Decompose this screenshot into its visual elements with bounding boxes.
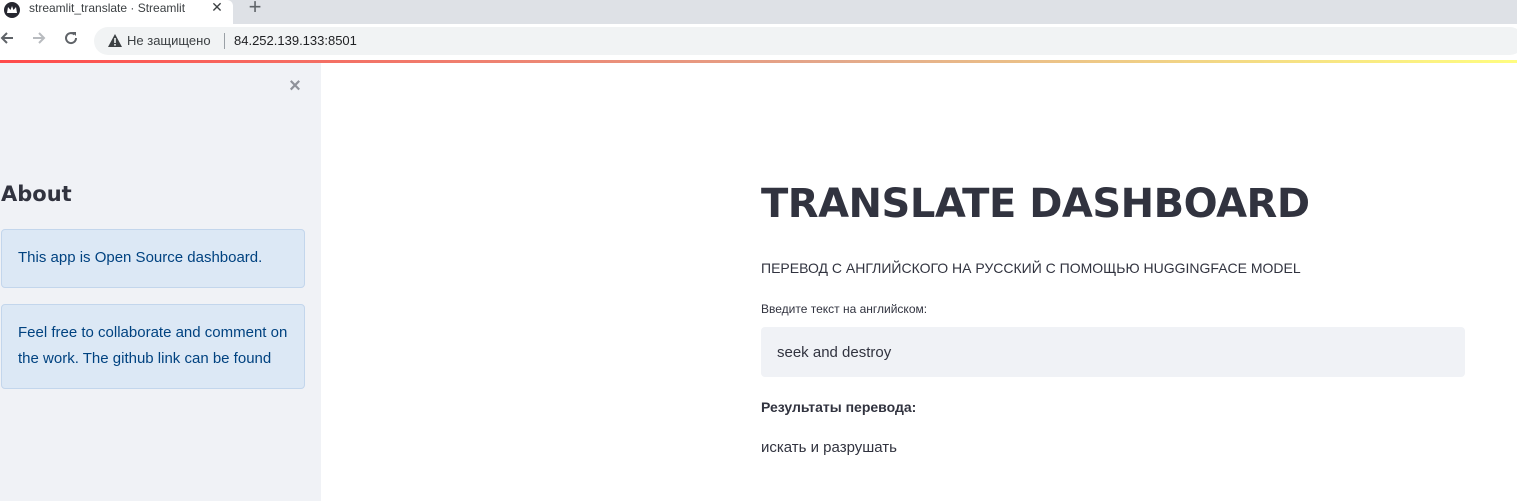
url-text[interactable]: 84.252.139.133:8501 xyxy=(234,34,357,48)
about-heading: About xyxy=(1,182,72,206)
main-content: TRANSLATE DASHBOARD ПЕРЕВОД С АНГЛИЙСКОГ… xyxy=(321,63,1517,501)
tab-title: streamlit_translate · Streamlit xyxy=(29,1,186,15)
new-tab-icon[interactable]: + xyxy=(245,0,265,18)
results-label: Результаты перевода: xyxy=(761,399,917,415)
reload-icon[interactable] xyxy=(61,30,81,50)
address-bar[interactable]: Не защищено 84.252.139.133:8501 xyxy=(94,27,1517,55)
info-alert: This app is Open Source dashboard. xyxy=(1,229,305,288)
page-title: TRANSLATE DASHBOARD xyxy=(761,181,1310,227)
english-text-input[interactable] xyxy=(761,327,1465,377)
arrow-right-icon[interactable] xyxy=(29,30,49,50)
close-sidebar-icon[interactable]: × xyxy=(285,76,305,96)
browser-tab[interactable]: streamlit_translate · Streamlit ✕ xyxy=(0,0,233,24)
browser-toolbar: Не защищено 84.252.139.133:8501 xyxy=(0,24,1517,60)
arrow-left-icon[interactable] xyxy=(0,30,17,50)
page-subtitle: ПЕРЕВОД С АНГЛИЙСКОГО НА РУССКИЙ С ПОМОЩ… xyxy=(761,260,1301,276)
translation-result: искать и разрушать xyxy=(761,439,897,456)
input-label: Введите текст на английском: xyxy=(761,302,928,316)
close-tab-icon[interactable]: ✕ xyxy=(209,0,225,16)
address-divider xyxy=(224,33,225,49)
info-alert: Feel free to collaborate and comment on … xyxy=(1,304,305,389)
sidebar: × About This app is Open Source dashboar… xyxy=(0,63,321,501)
streamlit-crown-icon xyxy=(4,2,20,18)
security-status-label[interactable]: Не защищено xyxy=(127,34,211,48)
tab-strip: streamlit_translate · Streamlit ✕ + xyxy=(0,0,1517,24)
warning-triangle-icon[interactable] xyxy=(108,34,122,52)
